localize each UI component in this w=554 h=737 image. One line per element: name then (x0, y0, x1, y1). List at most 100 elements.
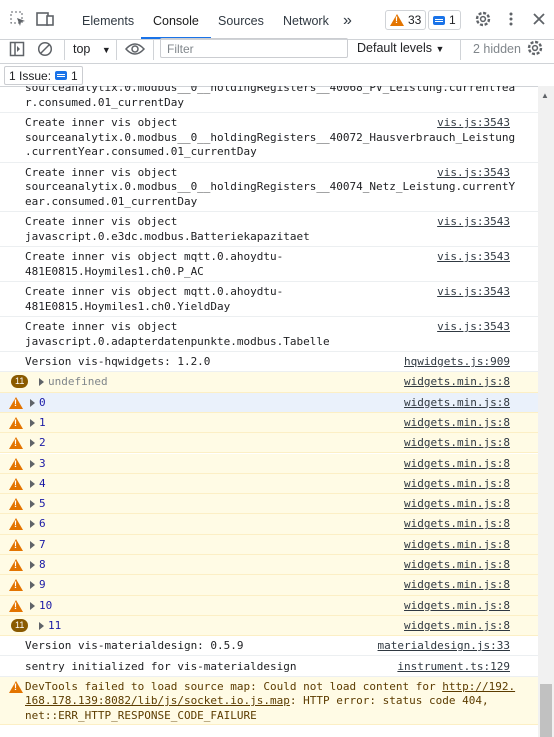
console-settings-gear-icon[interactable] (526, 39, 544, 57)
clear-console-icon[interactable] (37, 41, 53, 57)
source-link[interactable]: instrument.ts:129 (397, 660, 510, 673)
live-expression-eye-icon[interactable] (125, 42, 145, 56)
expand-arrow-icon[interactable] (30, 520, 35, 529)
console-log-row[interactable]: Version vis-hqwidgets: 1.2.0 hqwidgets.js… (0, 352, 538, 373)
message-text: Create inner vis object mqtt.0.ahoydtu- … (25, 285, 284, 313)
context-label: top (73, 42, 91, 56)
console-warning-row[interactable]: 2 widgets.min.js:8 (0, 433, 538, 454)
expand-arrow-icon[interactable] (30, 418, 35, 427)
expand-arrow-icon[interactable] (30, 540, 35, 549)
warning-icon (9, 437, 23, 450)
source-link[interactable]: materialdesign.js:33 (378, 639, 510, 652)
source-link[interactable]: widgets.min.js:8 (404, 619, 510, 632)
expand-arrow-icon[interactable] (30, 479, 35, 488)
expand-arrow-icon[interactable] (30, 561, 35, 569)
source-link[interactable]: vis.js:3543 (437, 166, 510, 179)
expand-arrow-icon[interactable] (39, 621, 44, 630)
warning-icon (9, 416, 23, 429)
source-link[interactable]: widgets.min.js:8 (404, 558, 510, 571)
expand-arrow-icon[interactable] (30, 459, 35, 468)
expand-arrow-icon[interactable] (30, 439, 35, 448)
console-warning-row[interactable]: 6 widgets.min.js:8 (0, 514, 538, 535)
device-toolbar-icon[interactable] (36, 10, 54, 28)
console-log-row[interactable]: Create inner vis object sourceanalytix.0… (0, 113, 538, 163)
console-log-row[interactable]: Create inner vis object mqtt.0.ahoydtu- … (0, 247, 538, 282)
source-link[interactable]: widgets.min.js:8 (404, 599, 510, 612)
source-link[interactable]: widgets.min.js:8 (404, 578, 510, 591)
console-log-row[interactable]: DevTools failed to load source map: Coul… (0, 676, 538, 725)
console-warning-row[interactable]: 4 widgets.min.js:8 (0, 473, 538, 495)
issues-bar: 1 Issue: 1 (0, 64, 554, 87)
console-warning-row[interactable]: 5 widgets.min.js:8 (0, 494, 538, 515)
console-warning-row[interactable]: 8 widgets.min.js:8 (0, 555, 538, 576)
source-link[interactable]: vis.js:3543 (437, 285, 510, 298)
console-warning-row[interactable]: 1 widgets.min.js:8 (0, 412, 538, 434)
scrollbar-thumb[interactable] (540, 684, 552, 737)
source-link[interactable]: widgets.min.js:8 (404, 517, 510, 530)
console-log-row[interactable]: Create inner vis object javascript.0.e3d… (0, 212, 538, 247)
messages-counter[interactable]: 1 (428, 10, 461, 30)
expand-arrow-icon[interactable] (30, 500, 35, 509)
inspect-element-icon[interactable] (9, 10, 27, 28)
tab-sources[interactable]: Sources (218, 0, 264, 39)
close-icon[interactable] (530, 10, 548, 28)
scroll-up-arrow-icon[interactable]: ▲ (541, 91, 549, 100)
message-text: 5 (39, 497, 46, 511)
source-link[interactable]: widgets.min.js:8 (404, 416, 510, 429)
console-grouped-row[interactable]: 11 11 widgets.min.js:8 (0, 615, 538, 637)
warnings-counter[interactable]: 33 (385, 10, 427, 30)
expand-arrow-icon[interactable] (30, 398, 35, 407)
console-scrollbar[interactable] (538, 86, 554, 737)
expand-arrow-icon[interactable] (30, 601, 35, 610)
source-link[interactable]: vis.js:3543 (437, 116, 510, 129)
warning-icon (9, 559, 23, 571)
tab-network[interactable]: Network (283, 0, 329, 39)
console-messages[interactable]: sourceanalytix.0.modbus__0__holdingRegis… (0, 86, 538, 737)
chevron-down-icon: ▼ (435, 44, 445, 54)
source-link[interactable]: widgets.min.js:8 (404, 375, 510, 388)
source-link[interactable]: vis.js:3543 (437, 215, 510, 228)
filter-input[interactable]: Filter (160, 38, 348, 58)
console-log-row[interactable]: sourceanalytix.0.modbus__0__holdingRegis… (0, 86, 538, 113)
more-tabs-icon[interactable]: » (343, 0, 352, 39)
tab-console[interactable]: Console (141, 0, 211, 39)
source-link[interactable]: hqwidgets.js:909 (404, 355, 510, 368)
message-text: Create inner vis object mqtt.0.ahoydtu- … (25, 250, 284, 278)
console-warning-row[interactable]: 7 widgets.min.js:8 (0, 534, 538, 555)
repeat-count-badge: 11 (11, 375, 29, 389)
source-link[interactable]: widgets.min.js:8 (404, 477, 510, 490)
message-text: 11 (48, 618, 62, 632)
issues-button[interactable]: 1 Issue: 1 (4, 66, 83, 85)
sidebar-toggle-icon[interactable] (9, 41, 25, 57)
log-levels-dropdown[interactable]: Default levels ▼ (357, 41, 444, 55)
issues-label: 1 Issue: (9, 68, 52, 83)
console-warning-row[interactable]: 10 widgets.min.js:8 (0, 595, 538, 616)
console-log-row[interactable]: Create inner vis object mqtt.0.ahoydtu- … (0, 282, 538, 317)
console-log-row[interactable]: Version vis-materialdesign: 0.5.9 materia… (0, 636, 538, 657)
warning-icon (9, 477, 23, 490)
message-text: 8 (39, 558, 46, 571)
hidden-messages-count: 2 hidden (473, 42, 521, 56)
source-link[interactable]: widgets.min.js:8 (404, 396, 510, 409)
source-link[interactable]: widgets.min.js:8 (404, 457, 510, 470)
more-options-icon[interactable] (502, 10, 520, 28)
console-warning-row[interactable]: 9 widgets.min.js:8 (0, 575, 538, 596)
console-log-row[interactable]: Create inner vis object sourceanalytix.0… (0, 163, 538, 212)
console-log-row[interactable]: sentry initialized for vis-materialdesig… (0, 657, 538, 677)
console-log-row[interactable]: Create inner vis object javascript.0.ada… (0, 317, 538, 352)
settings-gear-icon[interactable] (474, 10, 492, 28)
tab-elements[interactable]: Elements (82, 0, 134, 39)
expand-arrow-icon[interactable] (39, 378, 44, 387)
source-link[interactable]: widgets.min.js:8 (404, 497, 510, 510)
expand-arrow-icon[interactable] (30, 581, 35, 590)
source-link[interactable]: vis.js:3543 (437, 250, 510, 263)
message-text: 1 (39, 415, 46, 429)
console-warning-row[interactable]: 3 widgets.min.js:8 (0, 453, 538, 474)
console-grouped-row[interactable]: 11 undefined widgets.min.js:8 (0, 372, 538, 393)
context-selector[interactable]: top ▼ (73, 42, 111, 56)
source-link[interactable]: widgets.min.js:8 (404, 538, 510, 551)
toolbar-divider (64, 40, 65, 60)
console-warning-row[interactable]: 0 widgets.min.js:8 (0, 392, 538, 413)
source-link[interactable]: vis.js:3543 (437, 320, 510, 333)
source-link[interactable]: widgets.min.js:8 (404, 436, 510, 449)
